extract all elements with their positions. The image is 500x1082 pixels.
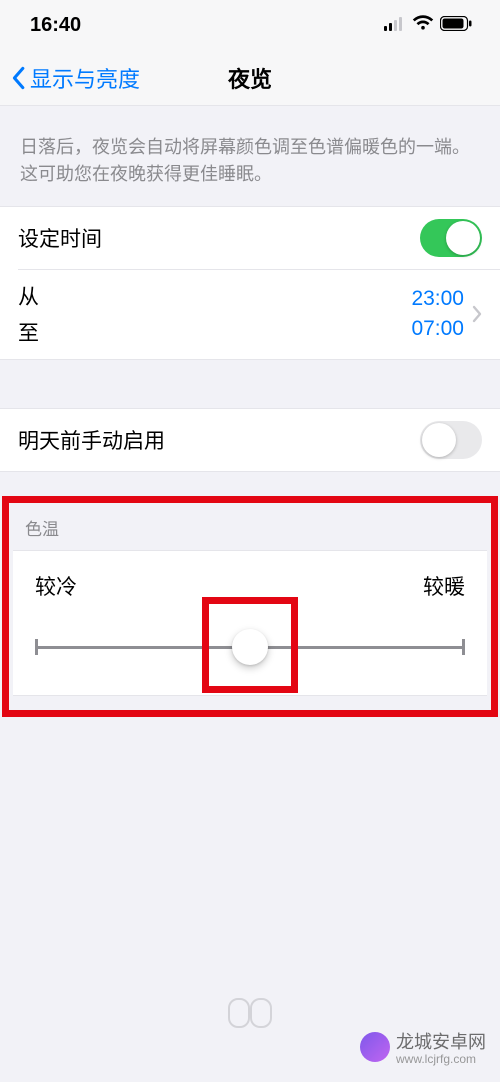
schedule-to-label: 至 xyxy=(18,317,39,347)
status-bar: 16:40 xyxy=(0,0,500,50)
color-temp-header: 色温 xyxy=(13,507,487,550)
schedule-group: 设定时间 从 至 23:00 07:00 xyxy=(0,206,500,360)
back-label: 显示与亮度 xyxy=(30,62,140,94)
schedule-time-labels: 从 至 xyxy=(18,281,39,347)
manual-toggle[interactable] xyxy=(420,421,482,459)
color-temp-cell: 较冷 较暖 xyxy=(13,550,487,696)
section-description: 日落后，夜览会自动将屏幕颜色调至色谱偏暖色的一端。这可助您在夜晚获得更佳睡眠。 xyxy=(0,106,500,206)
nav-bar: 显示与亮度 夜览 xyxy=(0,50,500,106)
schedule-toggle[interactable] xyxy=(420,219,482,257)
back-button[interactable]: 显示与亮度 xyxy=(0,62,140,94)
home-indicator-icon xyxy=(220,998,280,1028)
slider-thumb[interactable] xyxy=(232,629,268,665)
watermark-name: 龙城安卓网 xyxy=(396,1032,486,1052)
color-temp-slider[interactable] xyxy=(35,627,465,667)
manual-group: 明天前手动启用 xyxy=(0,408,500,472)
chevron-right-icon xyxy=(472,281,482,347)
wifi-icon xyxy=(412,14,434,37)
schedule-toggle-cell: 设定时间 xyxy=(0,207,500,269)
schedule-from-label: 从 xyxy=(18,281,39,311)
schedule-time-values: 23:00 07:00 xyxy=(411,281,464,347)
slider-label-cold: 较冷 xyxy=(35,571,77,601)
manual-toggle-label: 明天前手动启用 xyxy=(18,425,420,455)
signal-icon xyxy=(384,14,406,37)
watermark-logo-icon xyxy=(360,1032,390,1062)
status-right xyxy=(384,14,472,37)
schedule-time-cell[interactable]: 从 至 23:00 07:00 xyxy=(0,269,500,359)
status-time: 16:40 xyxy=(30,14,81,37)
annotation-highlight-outer: 色温 较冷 较暖 xyxy=(2,496,498,717)
schedule-from-time: 23:00 xyxy=(411,287,464,311)
chevron-left-icon xyxy=(10,66,26,90)
schedule-to-time: 07:00 xyxy=(411,317,464,341)
watermark: 龙城安卓网 www.lcjrfg.com xyxy=(360,1028,486,1066)
watermark-url: www.lcjrfg.com xyxy=(396,1052,486,1066)
battery-icon xyxy=(440,14,472,37)
manual-toggle-cell: 明天前手动启用 xyxy=(0,409,500,471)
schedule-toggle-label: 设定时间 xyxy=(18,223,420,253)
slider-label-warm: 较暖 xyxy=(423,571,465,601)
spacer xyxy=(0,360,500,408)
